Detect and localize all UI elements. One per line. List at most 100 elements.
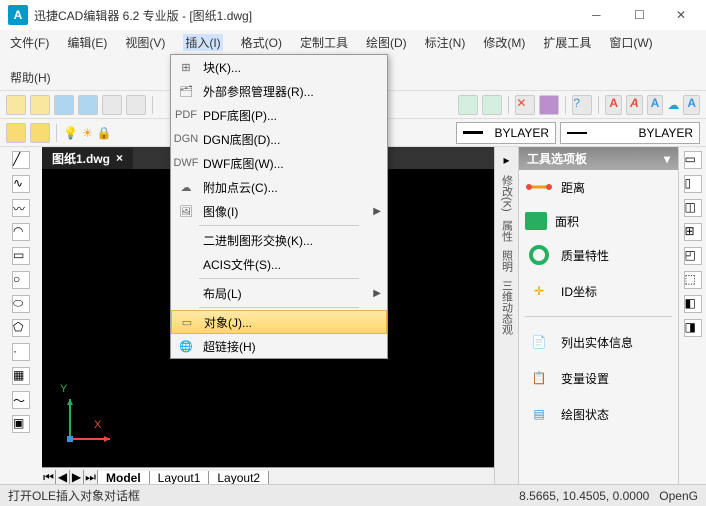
menu-item-dwf[interactable]: DWFDWF底图(W)... (171, 151, 387, 175)
palette-item-id[interactable]: ✛ID坐标 (525, 280, 672, 302)
new-icon[interactable] (6, 95, 26, 115)
close-icon[interactable]: ✕ (676, 8, 690, 22)
text-a4-icon[interactable]: A (683, 95, 700, 115)
palette-item-status[interactable]: ▤绘图状态 (525, 403, 672, 425)
rtool-3-icon[interactable]: ◫ (684, 199, 702, 217)
rtool-7-icon[interactable]: ◧ (684, 295, 702, 313)
minimize-icon[interactable]: ─ (592, 8, 606, 22)
menu-item-hyperlink[interactable]: 🌐超链接(H) (171, 334, 387, 358)
rtool-5-icon[interactable]: ◰ (684, 247, 702, 265)
bulb-icon[interactable]: 💡 (63, 126, 78, 140)
circle-tool-icon[interactable]: ○ (12, 271, 30, 289)
lock-icon[interactable]: 🔒 (97, 126, 112, 140)
menu-item-object[interactable]: ▭对象(J)... (171, 310, 387, 334)
hatch-tool-icon[interactable]: ▦ (12, 367, 30, 385)
ucs-icon (60, 389, 120, 449)
layout-tab-1[interactable]: Layout1 (150, 471, 210, 485)
bylayer-combo-1[interactable]: BYLAYER (456, 122, 556, 144)
vtab-modify[interactable]: 修改(K) (499, 175, 515, 212)
rtool-8-icon[interactable]: ◨ (684, 319, 702, 337)
preview-icon[interactable] (126, 95, 146, 115)
rtool-2-icon[interactable]: ▯ (684, 175, 702, 193)
palette-pin-icon[interactable]: ▾ (664, 152, 670, 166)
menu-item-layout[interactable]: 布局(L)▶ (171, 281, 387, 305)
layout-next-icon[interactable]: ▶ (70, 470, 84, 485)
menu-view[interactable]: 视图(V) (125, 34, 165, 51)
menu-item-pointcloud[interactable]: ☁附加点云(C)... (171, 175, 387, 199)
rtool-6-icon[interactable]: ⬚ (684, 271, 702, 289)
ruler-icon (525, 176, 553, 198)
plugin-icon[interactable] (539, 95, 559, 115)
spline-tool-icon[interactable]: 〰 (12, 199, 30, 217)
layout-first-icon[interactable]: ⏮ (42, 470, 56, 485)
palette-item-mass[interactable]: 质量特性 (525, 244, 672, 266)
layout-tab-2[interactable]: Layout2 (209, 471, 269, 485)
menu-edit[interactable]: 编辑(E) (67, 34, 107, 51)
menu-file[interactable]: 文件(F) (10, 34, 49, 51)
menu-item-binary[interactable]: 二进制图形交换(K)... (171, 228, 387, 252)
palette-item-area[interactable]: 面积 (525, 212, 672, 230)
sun-icon[interactable]: ☀ (82, 126, 93, 140)
menu-window[interactable]: 窗口(W) (609, 34, 652, 51)
open-icon[interactable] (30, 95, 50, 115)
layout-last-icon[interactable]: ⏭ (84, 470, 98, 485)
rect-tool-icon[interactable]: ▭ (12, 247, 30, 265)
submenu-arrow-icon: ▶ (373, 288, 381, 299)
menu-item-image[interactable]: 🖼图像(I)▶ (171, 199, 387, 223)
layer-icon[interactable] (6, 123, 26, 143)
text-a2-icon[interactable]: A (626, 95, 643, 115)
menu-custom-tools[interactable]: 定制工具 (300, 34, 348, 51)
menu-item-block[interactable]: ⊞块(K)... (171, 55, 387, 79)
print-icon[interactable] (102, 95, 122, 115)
menu-item-acis[interactable]: ACIS文件(S)... (171, 252, 387, 276)
palette-item-list[interactable]: 📄列出实体信息 (525, 331, 672, 353)
block-tool-icon[interactable]: ▣ (12, 415, 30, 433)
line-tool-icon[interactable]: ╱ (12, 151, 30, 169)
arc-tool-icon[interactable]: ◠ (12, 223, 30, 241)
xref-icon: 🗂 (177, 82, 195, 100)
layout-prev-icon[interactable]: ◀ (56, 470, 70, 485)
list-icon: 📄 (525, 331, 553, 353)
rtool-1-icon[interactable]: ▭ (684, 151, 702, 169)
text-a3-icon[interactable]: A (647, 95, 664, 115)
vtab-props[interactable]: 属性 (499, 220, 515, 242)
maximize-icon[interactable]: ☐ (634, 8, 648, 22)
undo-icon[interactable] (458, 95, 478, 115)
bylayer-combo-2[interactable]: BYLAYER (560, 122, 700, 144)
layout-tab-model[interactable]: Model (98, 471, 150, 485)
menu-item-pdf[interactable]: PDFPDF底图(P)... (171, 103, 387, 127)
save-icon[interactable] (54, 95, 74, 115)
layer2-icon[interactable] (30, 123, 50, 143)
polygon-tool-icon[interactable]: ⬠ (12, 319, 30, 337)
vtab-light[interactable]: 照明 (499, 250, 515, 272)
menu-help[interactable]: 帮助(H) (10, 69, 51, 86)
text-a1-icon[interactable]: A (605, 95, 622, 115)
menu-extend-tools[interactable]: 扩展工具 (543, 34, 591, 51)
tab-close-icon[interactable]: × (116, 151, 123, 165)
menu-format[interactable]: 格式(O) (241, 34, 282, 51)
dwf-icon: DWF (177, 154, 195, 172)
menu-dimension[interactable]: 标注(N) (425, 34, 466, 51)
text-tool-icon[interactable]: 〜 (12, 391, 30, 409)
help-icon[interactable]: ? (572, 95, 592, 115)
palette-item-vars[interactable]: 📋变量设置 (525, 367, 672, 389)
image-icon: 🖼 (177, 202, 195, 220)
ellipse-tool-icon[interactable]: ⬭ (12, 295, 30, 313)
menu-insert[interactable]: 插入(I) (183, 34, 222, 51)
redo-icon[interactable] (482, 95, 502, 115)
status-mode: OpenG (659, 489, 698, 503)
menu-item-xref[interactable]: 🗂外部参照管理器(R)... (171, 79, 387, 103)
polyline-tool-icon[interactable]: ∿ (12, 175, 30, 193)
menu-draw[interactable]: 绘图(D) (366, 34, 407, 51)
menu-item-dgn[interactable]: DGNDGN底图(D)... (171, 127, 387, 151)
delete-icon[interactable]: ✕ (515, 95, 535, 115)
saveall-icon[interactable] (78, 95, 98, 115)
point-tool-icon[interactable]: · (12, 343, 30, 361)
collapse-icon[interactable]: ▸ (503, 153, 509, 167)
vtab-3d[interactable]: 三维动态观 (499, 280, 515, 335)
rtool-4-icon[interactable]: ⊞ (684, 223, 702, 241)
vars-icon: 📋 (525, 367, 553, 389)
menu-modify[interactable]: 修改(M) (483, 34, 525, 51)
doc-tab-1[interactable]: 图纸1.dwg× (42, 148, 133, 169)
palette-item-distance[interactable]: 距离 (525, 176, 672, 198)
